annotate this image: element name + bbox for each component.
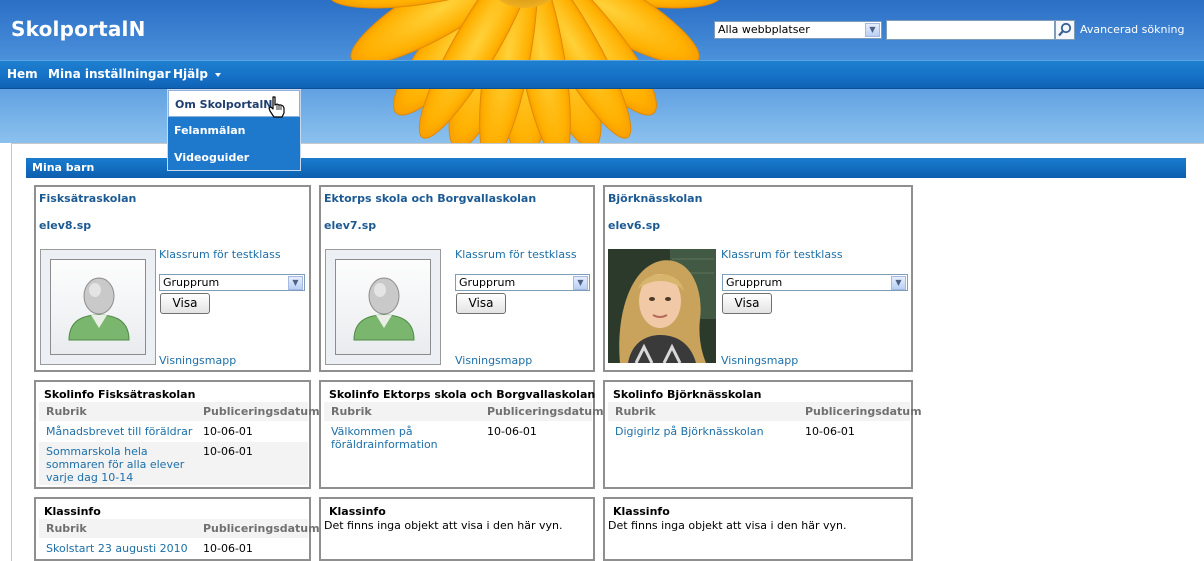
col-header-date[interactable]: Publiceringsdatum [203,522,320,535]
col-header-date[interactable]: Publiceringsdatum [805,405,922,418]
avatar [40,249,156,365]
list-item: Sommarskola hela sommaren för alla eleve… [39,442,308,485]
user-placeholder-icon [353,277,415,341]
list-title: Skolinfo Björknässkolan [613,388,762,401]
view-folder-link[interactable]: Visningsmapp [159,354,236,367]
advanced-search-link[interactable]: Avancerad sökning [1080,23,1184,36]
list-item: Digigirlz på Björknässkolan 10-06-01 [608,422,910,442]
item-date: 10-06-01 [805,425,855,438]
student-photo-image [608,249,716,363]
school-info-panel-2: Skolinfo Ektorps skola och Borgvallaskol… [319,380,604,489]
menu-item-video-guides[interactable]: Videoguider [168,144,300,171]
room-select-value: Grupprum [459,276,516,289]
classroom-link[interactable]: Klassrum för testklass [455,248,577,261]
list-title: Klassinfo [613,505,670,518]
list-item: Månadsbrevet till föräldrar 10-06-01 [39,422,308,442]
site-title[interactable]: SkolportalN [11,17,146,41]
list-header: Rubrik Publiceringsdatum [39,402,320,421]
nav-item-home[interactable]: Hem [7,67,38,81]
col-header-rubrik[interactable]: Rubrik [615,405,656,418]
show-button[interactable]: Visa [722,293,772,314]
list-title: Klassinfo [44,505,101,518]
view-folder-link[interactable]: Visningsmapp [721,354,798,367]
child-panel-2: Ektorps skola och Borgvallaskolan elev7.… [319,185,595,372]
show-button[interactable]: Visa [456,293,506,314]
school-info-panel-1: Skolinfo Fisksätraskolan Rubrik Publicer… [34,380,320,489]
room-select-value: Grupprum [726,276,783,289]
chevron-down-icon[interactable]: ▼ [865,23,880,37]
user-placeholder-icon [68,277,130,341]
item-date: 10-06-01 [203,425,253,438]
child-panel-1: Fisksätraskolan elev8.sp Klassrum för te… [34,185,311,372]
view-folder-link[interactable]: Visningsmapp [455,354,532,367]
room-select[interactable]: Grupprum ▼ [455,274,590,291]
caret-down-icon[interactable] [215,73,221,77]
classroom-link[interactable]: Klassrum för testklass [721,248,843,261]
item-date: 10-06-01 [203,542,253,555]
list-item: Välkommen på föräldrainformation 10-06-0… [324,422,592,454]
empty-list-message: Det finns inga objekt att visa i den här… [324,519,563,532]
top-nav-bar: Hem Mina inställningar Hjälp [0,60,1204,89]
search-button[interactable] [1055,20,1075,40]
list-title: Klassinfo [329,505,386,518]
col-header-date[interactable]: Publiceringsdatum [203,405,320,418]
class-info-panel-3: Klassinfo Det finns inga objekt att visa… [603,497,913,561]
search-input[interactable] [886,20,1055,40]
nav-item-help[interactable]: Hjälp [173,67,208,81]
classroom-link[interactable]: Klassrum för testklass [159,248,281,261]
item-link[interactable]: Välkommen på föräldrainformation [331,425,451,451]
chevron-down-icon[interactable]: ▼ [288,276,303,290]
chevron-down-icon[interactable]: ▼ [891,276,906,290]
list-title: Skolinfo Fisksätraskolan [44,388,196,401]
search-scope-value: Alla webbplatser [718,23,810,36]
room-select[interactable]: Grupprum ▼ [159,274,305,291]
list-item: Skolstart 23 augusti 2010 10-06-01 [39,539,308,559]
child-panel-3: Björknässkolan elev6.sp Klassrum för tes… [603,185,913,372]
search-icon [1058,22,1072,37]
student-link[interactable]: elev8.sp [39,219,91,232]
class-info-panel-1: Klassinfo Rubrik Publiceringsdatum Skols… [34,497,320,561]
student-photo [608,249,716,363]
room-select[interactable]: Grupprum ▼ [722,274,908,291]
item-date: 10-06-01 [487,425,537,438]
school-link[interactable]: Fisksätraskolan [39,192,136,205]
show-button[interactable]: Visa [160,293,210,314]
avatar [325,249,441,365]
room-select-value: Grupprum [163,276,220,289]
item-link[interactable]: Digigirlz på Björknässkolan [615,425,764,438]
item-link[interactable]: Sommarskola hela sommaren för alla eleve… [46,445,186,484]
list-header: Rubrik Publiceringsdatum [608,402,922,421]
col-header-rubrik[interactable]: Rubrik [46,522,87,535]
class-info-panel-2: Klassinfo Det finns inga objekt att visa… [319,497,595,561]
chevron-down-icon[interactable]: ▼ [573,276,588,290]
menu-item-report-issue[interactable]: Felanmälan [168,117,300,144]
student-link[interactable]: elev6.sp [608,219,660,232]
empty-list-message: Det finns inga objekt att visa i den här… [608,519,847,532]
student-link[interactable]: elev7.sp [324,219,376,232]
nav-item-settings[interactable]: Mina inställningar [48,67,171,81]
search-scope-select[interactable]: Alla webbplatser ▼ [714,21,882,39]
item-link[interactable]: Månadsbrevet till föräldrar [46,425,192,438]
col-header-date[interactable]: Publiceringsdatum [487,405,604,418]
hand-cursor-icon [268,96,285,118]
item-date: 10-06-01 [203,445,253,458]
col-header-rubrik[interactable]: Rubrik [46,405,87,418]
school-link[interactable]: Ektorps skola och Borgvallaskolan [324,192,536,205]
school-link[interactable]: Björknässkolan [608,192,702,205]
list-header: Rubrik Publiceringsdatum [324,402,604,421]
list-title: Skolinfo Ektorps skola och Borgvallaskol… [329,388,596,401]
school-info-panel-3: Skolinfo Björknässkolan Rubrik Publiceri… [603,380,922,489]
col-header-rubrik[interactable]: Rubrik [331,405,372,418]
item-link[interactable]: Skolstart 23 augusti 2010 [46,542,188,555]
list-header: Rubrik Publiceringsdatum [39,519,320,538]
